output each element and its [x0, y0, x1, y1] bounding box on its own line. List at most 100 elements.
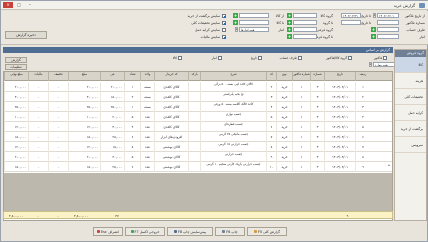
- column-header-unit[interactable]: واحد: [140, 72, 154, 81]
- product-group-2-input[interactable]: [293, 34, 317, 39]
- cell-disc: ۰: [48, 162, 68, 172]
- option-date-checkbox[interactable]: [258, 55, 262, 60]
- to-product-add-icon[interactable]: +: [233, 20, 238, 25]
- table-row[interactable]: ۵ ۱۴۰۳/۰۴/۰۱ ۳ ۱ خرید ۶ چسب قطره‌ای کالای کاغذی…: [4, 122, 392, 132]
- column-header-tax[interactable]: مالیات: [28, 72, 48, 81]
- column-header-barcode[interactable]: بارکد: [188, 72, 200, 81]
- column-header-qty[interactable]: تعداد: [124, 72, 140, 81]
- table-row[interactable]: ۷ ۱۴۰۳/۰۴/۰۱ ۳ ۱ خرید ۸ چسب حرارتی ۱۵ گرمی کالا…: [4, 142, 392, 152]
- tax-checkbox[interactable]: [222, 35, 226, 39]
- option-invoice-checkbox[interactable]: [383, 55, 387, 60]
- supplier-input[interactable]: [377, 27, 399, 32]
- option-supplier[interactable]: طرف حساب: [280, 55, 302, 60]
- option-group-invoice-checkbox[interactable]: [348, 55, 352, 60]
- table-row[interactable]: ۳ ۱۴۰۳/۰۴/۰۱ ۳ ۱ خرید ۴ کاغذ کالک گلاسه بسته ۵…: [4, 102, 392, 112]
- column-header-price[interactable]: فی: [100, 72, 124, 81]
- option-product[interactable]: کالا: [173, 55, 182, 60]
- column-header-total[interactable]: مبلغ نهایی: [4, 72, 28, 81]
- option-supplier-checkbox[interactable]: [298, 55, 302, 60]
- store-dropdown-icon[interactable]: ▾: [235, 27, 238, 32]
- from-date-input[interactable]: ۱۴۰۲/۰۴/۰۱: [377, 13, 399, 18]
- to-group-input[interactable]: [293, 20, 317, 25]
- invoice-to-input[interactable]: ۰: [341, 20, 361, 25]
- column-header-inv[interactable]: شماره فاکتور: [292, 72, 310, 81]
- returns-checkbox[interactable]: [222, 14, 226, 18]
- table-row[interactable]: ۴ ۱۴۰۳/۰۴/۰۱ ۳ ۱ خرید ۵ چسب نواری کالای کاغذی عد…: [4, 112, 392, 122]
- option-group-invoice-label: گروه کالا/فاکتور: [325, 55, 347, 60]
- to-group-add-icon[interactable]: +: [287, 20, 292, 25]
- invoice-from-input[interactable]: ۰: [377, 20, 399, 25]
- store-select[interactable]: همه انبارها: [239, 27, 269, 32]
- column-header-date[interactable]: تاریخ: [324, 72, 355, 81]
- cell-disc: ۰: [48, 152, 68, 162]
- transport-checkbox[interactable]: [222, 28, 226, 32]
- sidebar-item-transport[interactable]: کرایه حمل: [395, 105, 426, 121]
- excel-button[interactable]: F7 خروجی اکسل: [125, 227, 165, 236]
- column-header-disc[interactable]: تخفیف: [48, 72, 68, 81]
- table-row[interactable]: ۹ ۱۴۰۳/۰۴/۰۱ ۳ ۱ خرید ۱۰ چسب حرارتی باریک کارت…: [4, 162, 392, 172]
- cell-barcode: [188, 132, 200, 142]
- sidebar-item-product[interactable]: کالا: [395, 57, 426, 73]
- close-icon[interactable]: ×: [3, 2, 13, 8]
- cell-no: ۳: [310, 112, 324, 122]
- column-header-n[interactable]: ردیف: [355, 72, 370, 81]
- product-group-input[interactable]: [293, 27, 317, 32]
- sidebar-item-discount[interactable]: تخفیفات کلی: [395, 89, 426, 105]
- option-invoice[interactable]: فاکتور: [374, 55, 387, 60]
- cell-date: ۱۴۰۳/۰۴/۰۱: [324, 92, 355, 102]
- option-store-checkbox[interactable]: [218, 55, 222, 60]
- to-date-input[interactable]: ۱۴۰۳/۰۴/۳۱: [341, 13, 361, 18]
- preview-label: F8 پیش‌نمایش چاپ: [177, 229, 207, 234]
- column-header-no[interactable]: شماره: [310, 72, 324, 81]
- option-group-invoice[interactable]: گروه کالا/فاکتور: [326, 55, 352, 60]
- to-product-input[interactable]: [239, 20, 269, 25]
- from-date-dropdown-icon[interactable]: ▾: [373, 13, 376, 18]
- column-header-type[interactable]: نوع: [276, 72, 292, 81]
- preview-button[interactable]: F8 پیش‌نمایش چاپ: [167, 227, 213, 236]
- column-header-amount[interactable]: مبلغ: [68, 72, 100, 81]
- save-report-button[interactable]: ذخیره گزارش: [5, 31, 47, 39]
- cell-tax: ۰: [28, 142, 48, 152]
- column-header-buyer[interactable]: کد خریدار: [154, 72, 188, 81]
- store-input[interactable]: [377, 34, 399, 39]
- report-footer-button[interactable]: F5 گزارش کلی: [247, 227, 287, 236]
- cell-total: ۲۰۰,۰۰۰: [4, 152, 28, 162]
- group-input[interactable]: [293, 13, 317, 18]
- column-header-code[interactable]: کد: [266, 72, 276, 81]
- table-row[interactable]: ۲ ۱۴۰۳/۰۴/۰۱ ۳ ۱ خرید ۳ نخ بخیه پلی‌استر کالای …: [4, 92, 392, 102]
- group-add-icon[interactable]: +: [287, 13, 292, 18]
- from-product-input[interactable]: [239, 13, 269, 18]
- sidebar-item-returns[interactable]: برگشت از خرید: [395, 121, 426, 137]
- print-footer-button[interactable]: F6 چاپ: [215, 227, 245, 236]
- table-row[interactable]: ۱ ۱۴۰۳/۰۴/۰۱ ۳ ۱ خرید ۲ کالای کاغذ کپی بسته ۵۰…: [4, 82, 392, 92]
- print-button[interactable]: گزارش: [5, 57, 27, 63]
- search-dropdown-icon[interactable]: ▾: [369, 62, 372, 67]
- supplier-add-icon[interactable]: +: [371, 27, 376, 32]
- table-row[interactable]: ۶ ۱۴۰۳/۰۴/۰۱ ۳ ۱ خرید ۷ چسب ماتیکی ۳۵ گرمی افزو…: [4, 132, 392, 142]
- sum-disc: ۰: [57, 214, 59, 218]
- product-group-2-add-icon[interactable]: +: [287, 34, 292, 39]
- cell-barcode: [188, 142, 200, 152]
- option-product-checkbox[interactable]: [178, 55, 182, 60]
- store-add-icon[interactable]: +: [371, 34, 376, 39]
- sidebar-item-cost[interactable]: هزینه: [395, 73, 426, 89]
- invoice-to-label: تا تاریخ: [361, 21, 371, 25]
- from-product-add-icon[interactable]: +: [233, 13, 238, 18]
- cell-date: ۱۴۰۳/۰۴/۰۱: [324, 112, 355, 122]
- report-grid[interactable]: ردیف تاریخ شماره شماره فاکتور نوع کد شرح بارکد ک…: [3, 71, 393, 221]
- settings-button[interactable]: تنظیمات: [5, 64, 27, 70]
- column-header-desc[interactable]: شرح: [200, 72, 266, 81]
- cell-type: خرید: [276, 132, 292, 142]
- discount-checkbox[interactable]: [222, 21, 226, 25]
- product-group-add-icon[interactable]: +: [287, 27, 292, 32]
- table-row[interactable]: ۸ ۱۴۰۳/۰۴/۰۱ ۳ ۱ خرید ۹ چسب حرارتی کالای نوشتنی…: [4, 152, 392, 162]
- cell-barcode: [188, 152, 200, 162]
- option-date[interactable]: تاریخ: [251, 55, 262, 60]
- maximize-icon[interactable]: □: [14, 2, 24, 8]
- exit-button[interactable]: Esc انصراف: [93, 227, 123, 236]
- option-store[interactable]: انبار: [212, 55, 222, 60]
- sidebar-item-service[interactable]: سرویس: [395, 137, 426, 153]
- minimize-icon[interactable]: –: [25, 2, 35, 8]
- store-label: انبار: [419, 35, 425, 39]
- to-product-label: تا کالا: [276, 21, 284, 25]
